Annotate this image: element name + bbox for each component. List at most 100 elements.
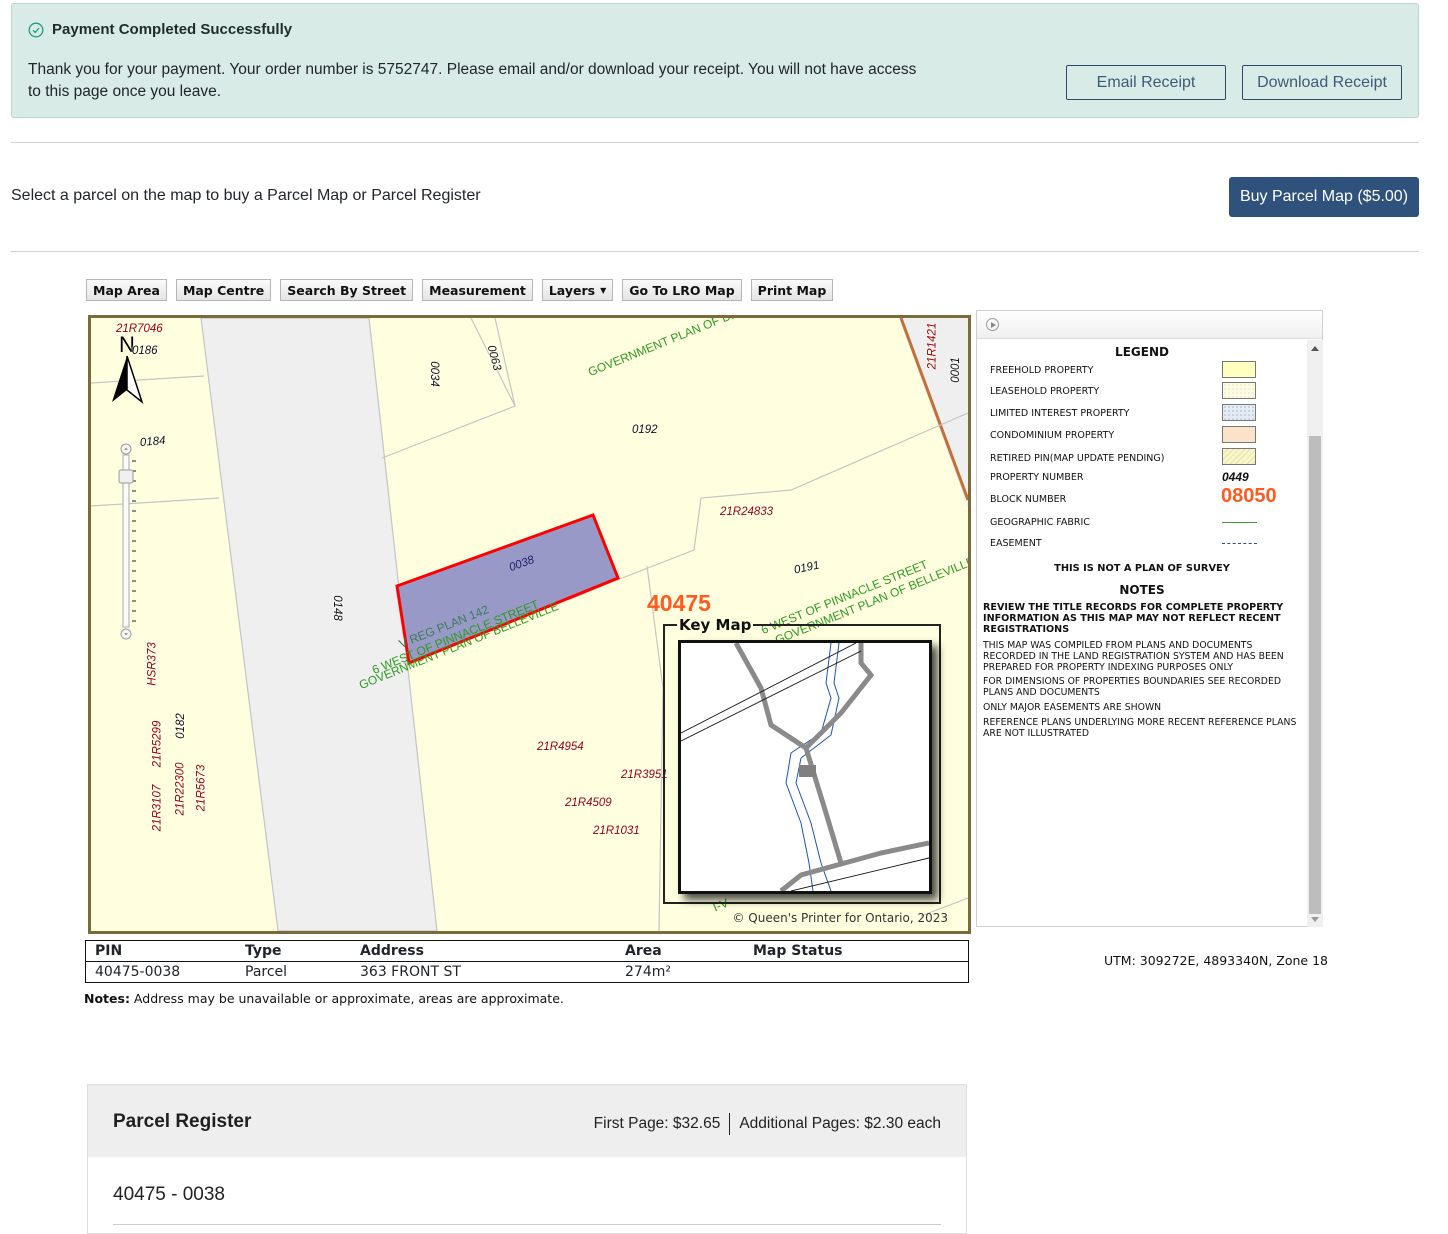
scrollbar-thumb[interactable] bbox=[1309, 436, 1321, 914]
utm-coordinates: UTM: 309272E, 4893340N, Zone 18 bbox=[1104, 953, 1328, 968]
note: REFERENCE PLANS UNDERLYING MORE RECENT R… bbox=[983, 717, 1297, 739]
legend-item: PROPERTY NUMBER bbox=[990, 472, 1083, 483]
note: FOR DIMENSIONS OF PROPERTIES BOUNDARIES … bbox=[983, 676, 1281, 698]
selection-instruction: Select a parcel on the map to buy a Parc… bbox=[11, 187, 481, 204]
parcel-line bbox=[381, 318, 516, 459]
legend-item-label: LEASEHOLD PROPERTY bbox=[990, 386, 1100, 397]
legend-item-label: CONDOMINIUM PROPERTY bbox=[990, 430, 1115, 441]
email-receipt-button[interactable]: Email Receipt bbox=[1066, 65, 1226, 100]
buy-parcel-map-button[interactable]: Buy Parcel Map ($5.00) bbox=[1229, 177, 1419, 217]
search-by-street-label: Search By Street bbox=[287, 282, 407, 298]
go-to-lro-map-button[interactable]: Go To LRO Map bbox=[622, 279, 742, 301]
legend-header bbox=[977, 311, 1322, 339]
column-header-map-status: Map Status bbox=[753, 943, 843, 959]
plan-label: 21R4509 bbox=[565, 797, 612, 809]
property-number: 0148 bbox=[330, 595, 343, 621]
parcel-register-header: Parcel Register First Page: $32.65 Addit… bbox=[88, 1085, 966, 1157]
legend-item: BLOCK NUMBER bbox=[990, 494, 1066, 505]
zoom-slider[interactable] bbox=[118, 442, 138, 642]
limited-interest-swatch bbox=[1222, 404, 1256, 421]
divider bbox=[113, 1224, 941, 1225]
property-number: 0034 bbox=[427, 361, 440, 387]
plan-label: 21R1421 bbox=[926, 322, 939, 370]
plan-label: 21R4954 bbox=[537, 741, 584, 753]
price-separator bbox=[729, 1113, 731, 1135]
print-map-button[interactable]: Print Map bbox=[750, 279, 834, 301]
legend-item: GEOGRAPHIC FABRIC bbox=[990, 517, 1090, 528]
plan-label: 21R5299 bbox=[151, 720, 164, 768]
zoom-slider-graphic bbox=[118, 443, 136, 640]
note: THIS MAP WAS COMPILED FROM PLANS AND DOC… bbox=[983, 640, 1284, 673]
condominium-swatch bbox=[1222, 426, 1256, 443]
block-number: 40475 bbox=[647, 590, 711, 616]
caret-down-icon: ▼ bbox=[600, 285, 607, 295]
column-header-address: Address bbox=[360, 943, 424, 959]
map-centre-label: Map Centre bbox=[182, 282, 265, 298]
key-map-title: Key Map bbox=[677, 616, 754, 634]
layers-label: Layers bbox=[548, 282, 596, 298]
scroll-up-icon[interactable] bbox=[1311, 346, 1319, 351]
measurement-button[interactable]: Measurement bbox=[422, 279, 533, 301]
table-notes: Notes: Address may be unavailable or app… bbox=[84, 991, 564, 1006]
parcel-map[interactable]: N 0186 0184 0034 0063 0192 0001 0191 014… bbox=[88, 315, 971, 934]
zoom-slider-handle bbox=[118, 469, 134, 484]
property-number: 0001 bbox=[949, 357, 962, 383]
plan-label: HSR373 bbox=[146, 642, 159, 686]
key-map-location bbox=[799, 765, 816, 777]
legend-item-label: LIMITED INTEREST PROPERTY bbox=[990, 408, 1130, 419]
parcel-register-title: Parcel Register bbox=[113, 1111, 252, 1132]
measurement-label: Measurement bbox=[429, 282, 526, 298]
collapse-legend-icon[interactable] bbox=[986, 318, 999, 331]
first-page-price: First Page: $32.65 bbox=[593, 1115, 721, 1132]
parcel-register-prices: First Page: $32.65 Additional Pages: $2.… bbox=[594, 1113, 941, 1135]
legend-scrollbar[interactable] bbox=[1307, 340, 1323, 927]
retired-pin-swatch bbox=[1222, 448, 1256, 465]
parcel-register-pin[interactable]: 40475 - 0038 bbox=[113, 1184, 225, 1206]
legend-item-label: PROPERTY NUMBER bbox=[990, 472, 1084, 483]
map-area-button[interactable]: Map Area bbox=[86, 279, 167, 301]
legend-item: LIMITED INTEREST PROPERTY bbox=[990, 408, 1129, 419]
legend-item: LEASEHOLD PROPERTY bbox=[990, 386, 1099, 397]
parcel-register-card: Parcel Register First Page: $32.65 Addit… bbox=[87, 1084, 967, 1234]
additional-pages-price: Additional Pages: $2.30 each bbox=[739, 1115, 941, 1132]
map-area-label: Map Area bbox=[93, 282, 160, 298]
legend-body: LEGEND FREEHOLD PROPERTY LEASEHOLD PROPE… bbox=[977, 340, 1307, 926]
parcel-line bbox=[646, 565, 664, 931]
go-to-lro-map-label: Go To LRO Map bbox=[629, 282, 735, 298]
legend-item-label: FREEHOLD PROPERTY bbox=[990, 365, 1094, 376]
map-centre-button[interactable]: Map Centre bbox=[175, 279, 272, 301]
notes-title: NOTES bbox=[1119, 583, 1165, 597]
map-toolbar: Map Area Map Centre Search By Street Mea… bbox=[86, 279, 834, 301]
easement-line bbox=[1222, 543, 1257, 544]
layers-dropdown[interactable]: Layers ▼ bbox=[541, 279, 614, 301]
notes-text: Address may be unavailable or approximat… bbox=[129, 991, 564, 1006]
property-number: 0186 bbox=[132, 345, 158, 357]
search-by-street-button[interactable]: Search By Street bbox=[280, 279, 414, 301]
plan-label: 21R22300 bbox=[174, 762, 187, 816]
banner-title: Payment Completed Successfully bbox=[28, 21, 292, 38]
column-header-pin: PIN bbox=[95, 943, 123, 959]
scroll-down-icon[interactable] bbox=[1311, 917, 1319, 922]
legend-item-label: GEOGRAPHIC FABRIC bbox=[990, 517, 1090, 528]
download-receipt-button[interactable]: Download Receipt bbox=[1242, 65, 1402, 100]
divider bbox=[11, 251, 1419, 252]
block-number-sample: 08050 bbox=[1221, 485, 1277, 507]
legend-item: EASEMENT bbox=[990, 538, 1042, 549]
property-number: 0182 bbox=[174, 713, 187, 739]
key-map: Key Map bbox=[663, 616, 941, 904]
note: REVIEW THE TITLE RECORDS FOR COMPLETE PR… bbox=[983, 602, 1284, 635]
parcel-line bbox=[91, 497, 220, 507]
freehold-swatch bbox=[1222, 361, 1256, 378]
table-row[interactable]: 40475-0038 Parcel 363 FRONT ST 274m² bbox=[86, 962, 968, 982]
leasehold-swatch bbox=[1222, 382, 1256, 399]
plan-label: 21R3951 bbox=[621, 769, 668, 781]
cell-address: 363 FRONT ST bbox=[360, 964, 461, 980]
key-map-view bbox=[678, 640, 932, 894]
legend-item: RETIRED PIN(MAP UPDATE PENDING) bbox=[990, 453, 1164, 464]
map-copyright: © Queen's Printer for Ontario, 2023 bbox=[732, 911, 948, 925]
banner-message: Thank you for your payment. Your order n… bbox=[28, 61, 917, 100]
legend-item-label: RETIRED PIN(MAP UPDATE PENDING) bbox=[990, 453, 1165, 464]
notes-label: Notes: bbox=[84, 991, 130, 1006]
property-number-sample: 0449 bbox=[1222, 470, 1249, 484]
property-number: 0184 bbox=[139, 434, 167, 450]
